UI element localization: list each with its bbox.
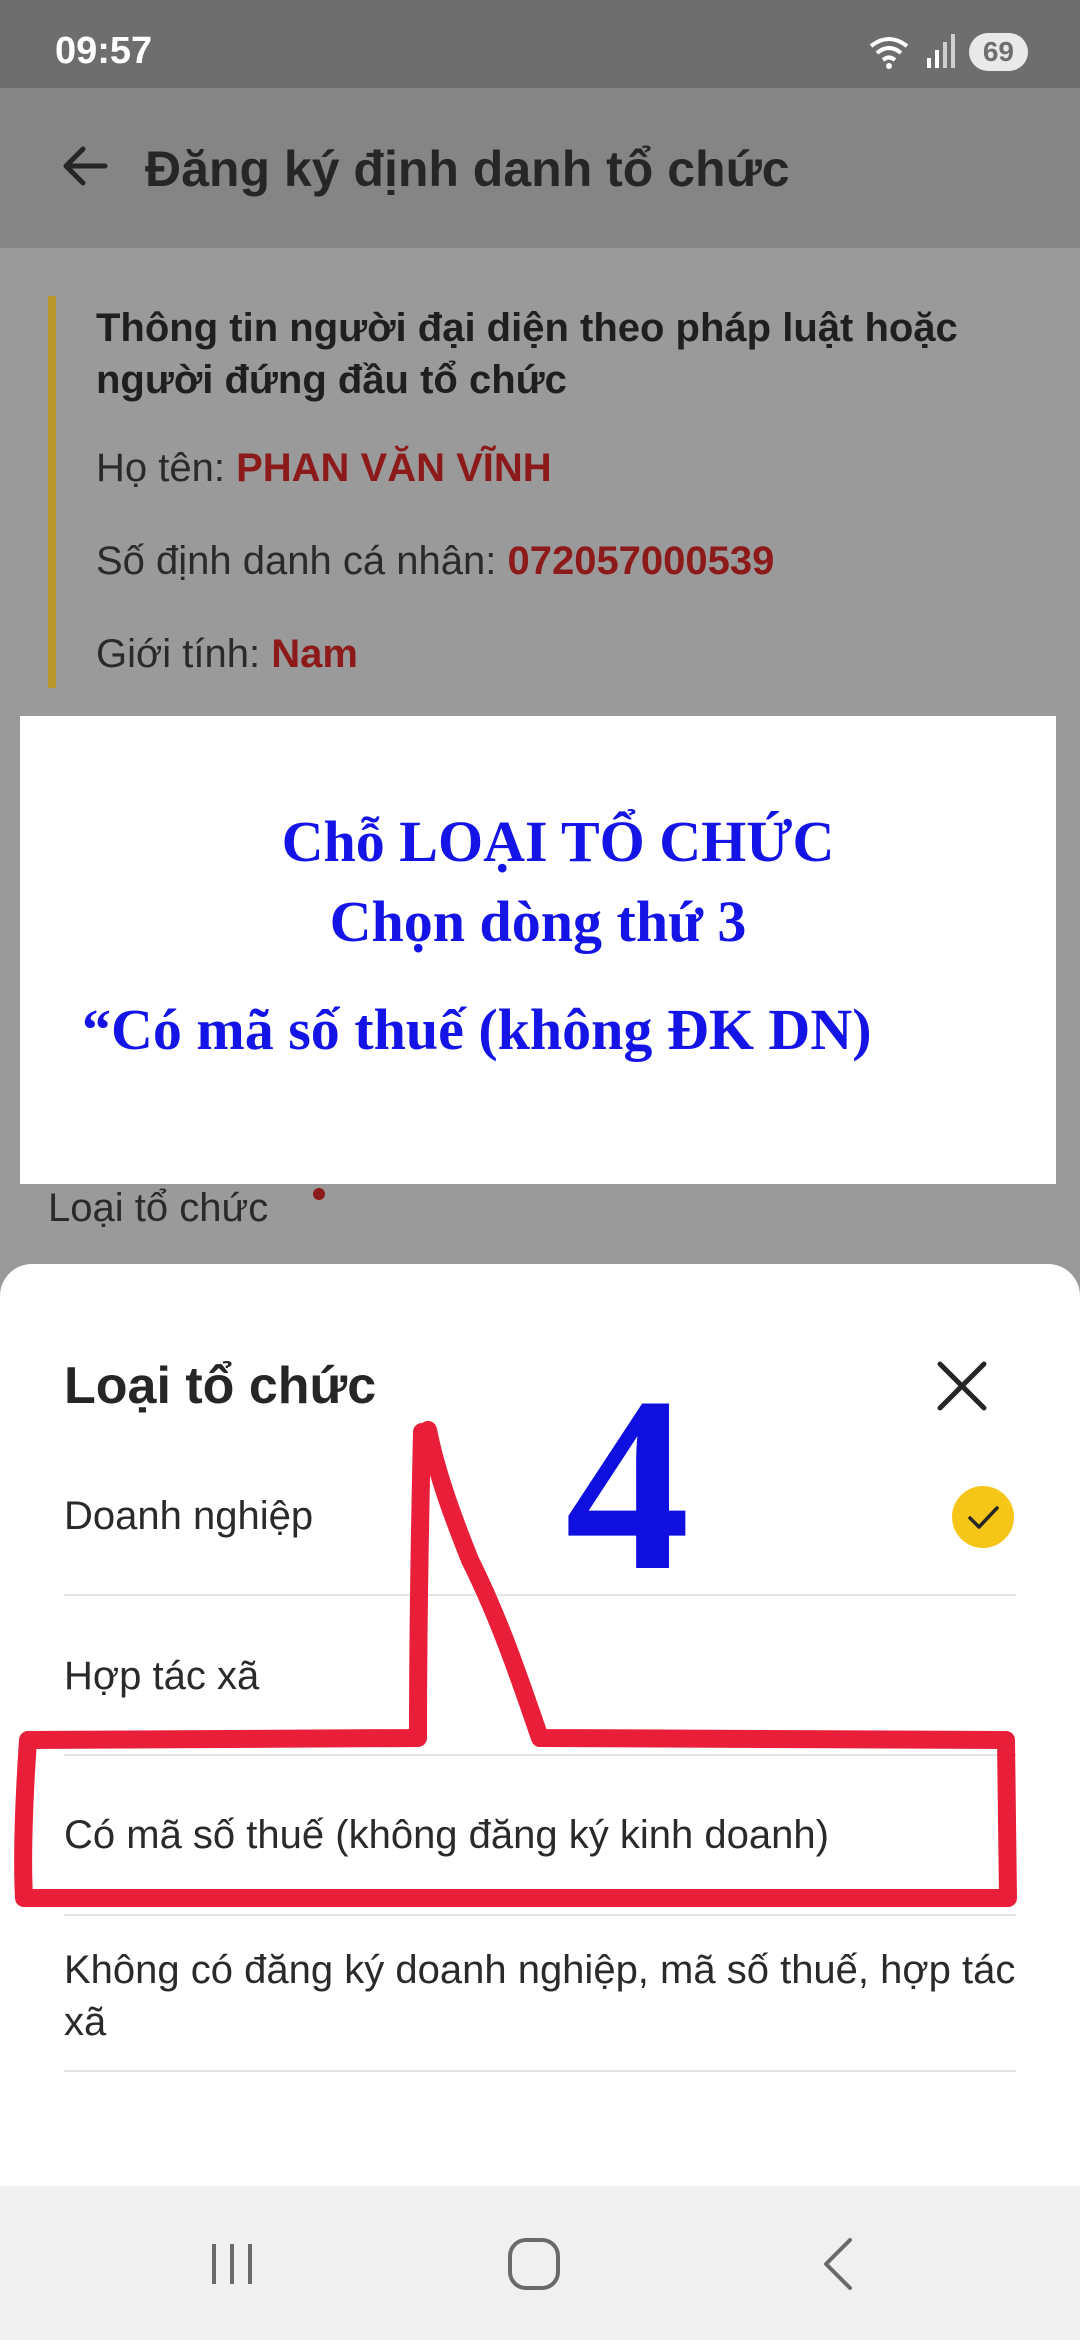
option-co-ma-so-thue[interactable]: Có mã số thuế (không đăng ký kinh doanh)	[64, 1809, 1016, 1861]
full-name-label: Họ tên:	[96, 446, 237, 490]
close-icon[interactable]	[932, 1356, 992, 1416]
gender-value: Nam	[271, 632, 358, 676]
divider	[64, 1594, 1016, 1596]
instruction-line-2: Chọn dòng thứ 3	[329, 889, 747, 954]
back-icon[interactable]	[808, 2232, 872, 2296]
option-doanh-nghiep[interactable]: Doanh nghiệp	[64, 1490, 1016, 1542]
divider	[64, 2070, 1016, 2072]
battery-indicator: 69	[968, 33, 1028, 71]
organization-type-label: Loại tổ chức	[48, 1186, 269, 1230]
sheet-title: Loại tổ chức	[64, 1357, 377, 1415]
option-hop-tac-xa[interactable]: Hợp tác xã	[64, 1650, 1016, 1702]
organization-type-sheet: Loại tổ chức Doanh nghiệp Hợp tác xã Có …	[0, 1264, 1080, 2340]
required-indicator	[313, 1188, 325, 1200]
step-number-annotation: 4	[565, 1346, 690, 1623]
gender-label: Giới tính:	[96, 632, 272, 676]
gender-row: Giới tính: Nam	[96, 632, 358, 677]
info-heading: Thông tin người đại diện theo pháp luật …	[96, 306, 958, 402]
status-icons: 69	[867, 30, 1028, 74]
option-khong-co-dang-ky[interactable]: Không có đăng ký doanh nghiệp, mã số thu…	[64, 1944, 1016, 2048]
representative-info-card: Thông tin người đại diện theo pháp luật …	[48, 296, 1056, 688]
instruction-line-1: Chỗ LOẠI TỔ CHỨC	[281, 809, 835, 874]
selected-check-icon	[952, 1486, 1014, 1548]
status-time: 09:57	[55, 30, 153, 72]
divider	[64, 1754, 1016, 1756]
personal-id-value: 072057000539	[507, 539, 775, 583]
status-bar: 09:57 69	[0, 0, 1080, 88]
system-nav-bar	[0, 2186, 1080, 2340]
arrow-left-icon[interactable]	[55, 136, 115, 196]
home-icon[interactable]	[502, 2232, 566, 2296]
wifi-icon	[869, 37, 909, 69]
page-title: Đăng ký định danh tổ chức	[145, 141, 790, 197]
instruction-line-3: “Có mã số thuế (không ĐK DN)	[82, 997, 872, 1062]
divider	[64, 1914, 1016, 1916]
app-header: Đăng ký định danh tổ chức	[0, 88, 1080, 248]
signal-icon	[926, 34, 955, 68]
full-name-value: PHAN VĂN VĨNH	[236, 446, 552, 490]
personal-id-row: Số định danh cá nhân: 072057000539	[96, 539, 774, 584]
full-name-row: Họ tên: PHAN VĂN VĨNH	[96, 446, 552, 491]
personal-id-label: Số định danh cá nhân:	[96, 539, 508, 583]
recent-apps-icon[interactable]	[200, 2232, 264, 2296]
instruction-note: Chỗ LOẠI TỔ CHỨC Chọn dòng thứ 3 “Có mã …	[20, 716, 1056, 1184]
